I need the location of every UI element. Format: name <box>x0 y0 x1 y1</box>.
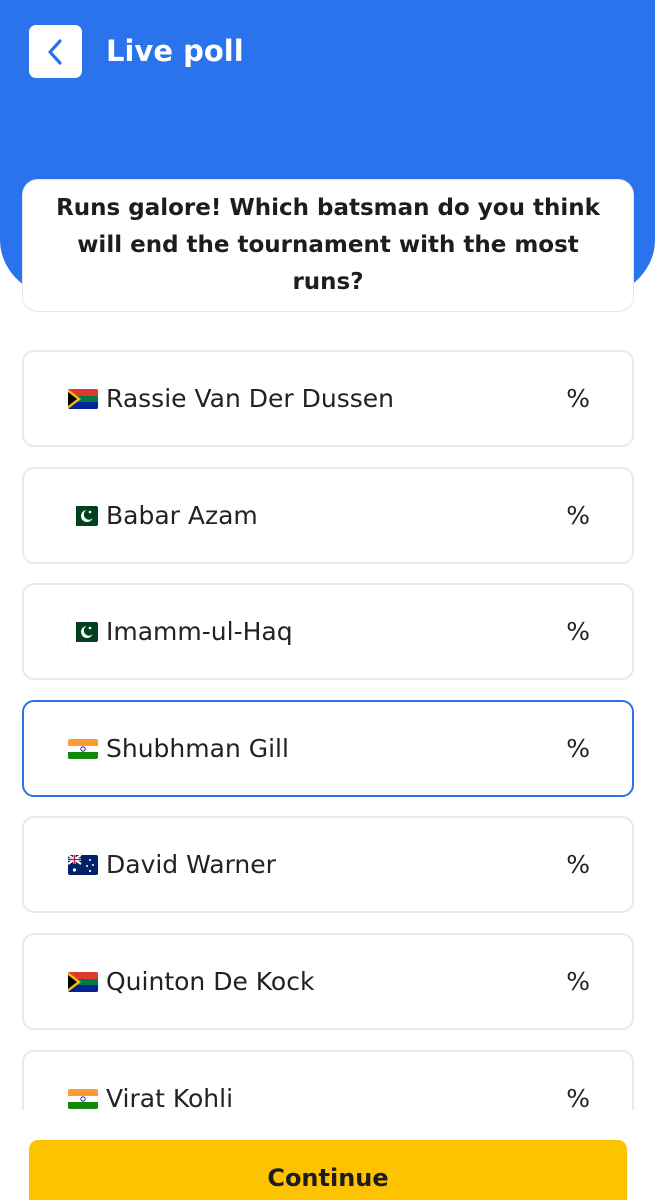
option-percent: % <box>566 1084 590 1110</box>
continue-button[interactable]: Continue <box>29 1140 627 1200</box>
question-text: Runs galore! Which batsman do you think … <box>56 195 600 295</box>
back-button[interactable] <box>29 25 82 78</box>
poll-option-quinton-de-kock[interactable]: Quinton De Kock % <box>22 933 634 1030</box>
option-name: Shubhman Gill <box>106 734 289 763</box>
option-percent: % <box>566 734 590 763</box>
option-percent: % <box>566 850 590 879</box>
pakistan-flag-icon <box>68 506 98 526</box>
poll-option-babar-azam[interactable]: Babar Azam % <box>22 467 634 564</box>
australia-flag-icon <box>68 855 98 875</box>
south-africa-flag-icon <box>68 389 98 409</box>
option-name: Babar Azam <box>106 501 258 530</box>
india-flag-icon <box>68 739 98 759</box>
option-percent: % <box>566 501 590 530</box>
poll-option-shubhman-gill[interactable]: Shubhman Gill % <box>22 700 634 797</box>
poll-option-imamm-ul-haq[interactable]: Imamm-ul-Haq % <box>22 583 634 680</box>
poll-screen: Live poll Runs galore! Which batsman do … <box>0 0 655 1200</box>
option-name: Quinton De Kock <box>106 967 315 996</box>
option-percent: % <box>566 967 590 996</box>
option-percent: % <box>566 384 590 413</box>
option-name: Imamm-ul-Haq <box>106 617 293 646</box>
question-card: Runs galore! Which batsman do you think … <box>22 179 634 312</box>
india-flag-icon <box>68 1089 98 1109</box>
poll-option-david-warner[interactable]: David Warner % <box>22 816 634 913</box>
option-name: Rassie Van Der Dussen <box>106 384 394 413</box>
options-list: Rassie Van Der Dussen % Babar Azam % Ima… <box>22 350 634 1110</box>
poll-option-rassie-van-der-dussen[interactable]: Rassie Van Der Dussen % <box>22 350 634 447</box>
page-title: Live poll <box>106 34 244 68</box>
option-percent: % <box>566 617 590 646</box>
option-name: David Warner <box>106 850 276 879</box>
option-name: Virat Kohli <box>106 1084 234 1110</box>
chevron-left-icon <box>47 38 62 65</box>
pakistan-flag-icon <box>68 622 98 642</box>
south-africa-flag-icon <box>68 972 98 992</box>
poll-option-virat-kohli[interactable]: Virat Kohli % <box>22 1050 634 1110</box>
